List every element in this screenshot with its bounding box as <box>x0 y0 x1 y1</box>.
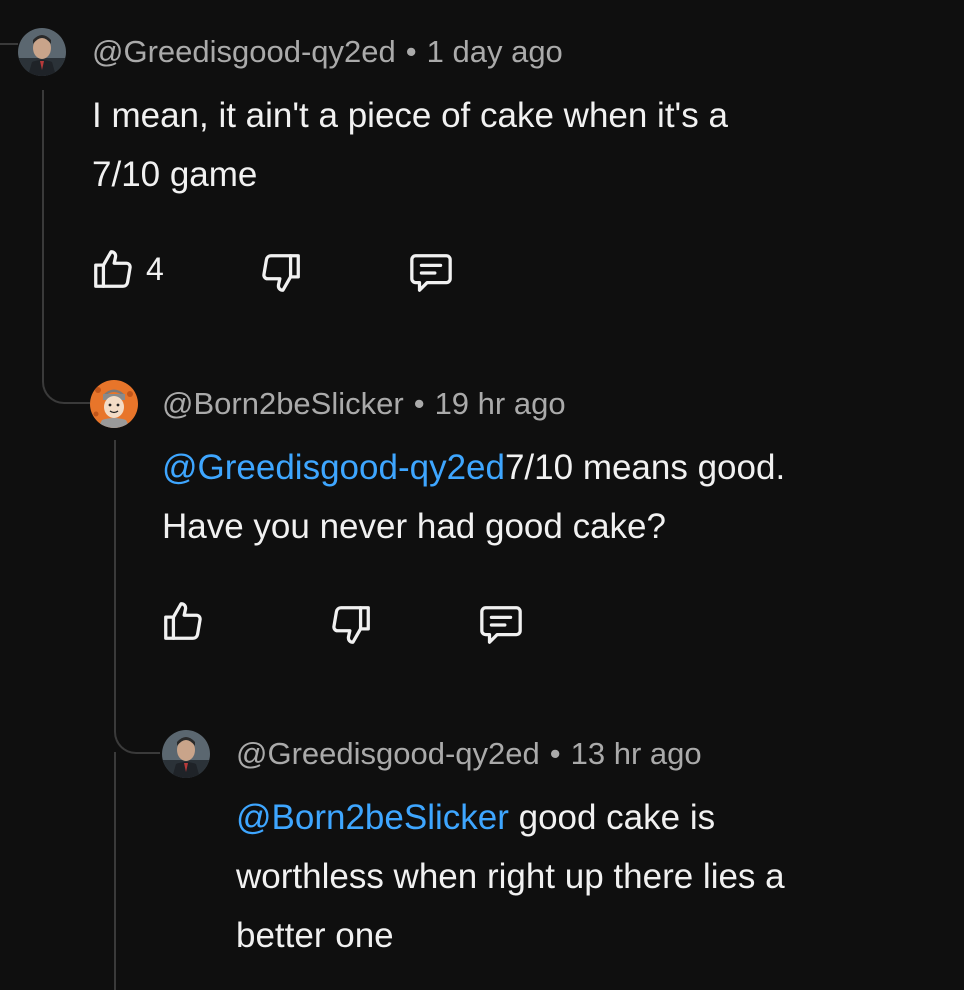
comment-meta: @Greedisgood-qy2ed • 13 hr ago <box>236 736 702 772</box>
comment-text: @Born2beSlicker good cake is worthless w… <box>236 788 956 965</box>
comment-3: @Greedisgood-qy2ed • 13 hr ago @Born2beSli… <box>0 0 964 990</box>
suited-man-avatar[interactable] <box>162 730 210 778</box>
mention-link[interactable]: @Born2beSlicker <box>236 798 509 837</box>
comment-text-line: worthless when right up there lies a <box>236 857 785 896</box>
comment-text-segment: good cake is <box>508 798 716 837</box>
comment-timestamp[interactable]: 13 hr ago <box>571 736 702 771</box>
comment-author[interactable]: @Greedisgood-qy2ed <box>236 736 540 771</box>
comment-text-line: @Born2beSlicker good cake is <box>236 788 956 847</box>
comment-text-line: better one <box>236 916 394 955</box>
meta-separator: • <box>549 736 561 771</box>
